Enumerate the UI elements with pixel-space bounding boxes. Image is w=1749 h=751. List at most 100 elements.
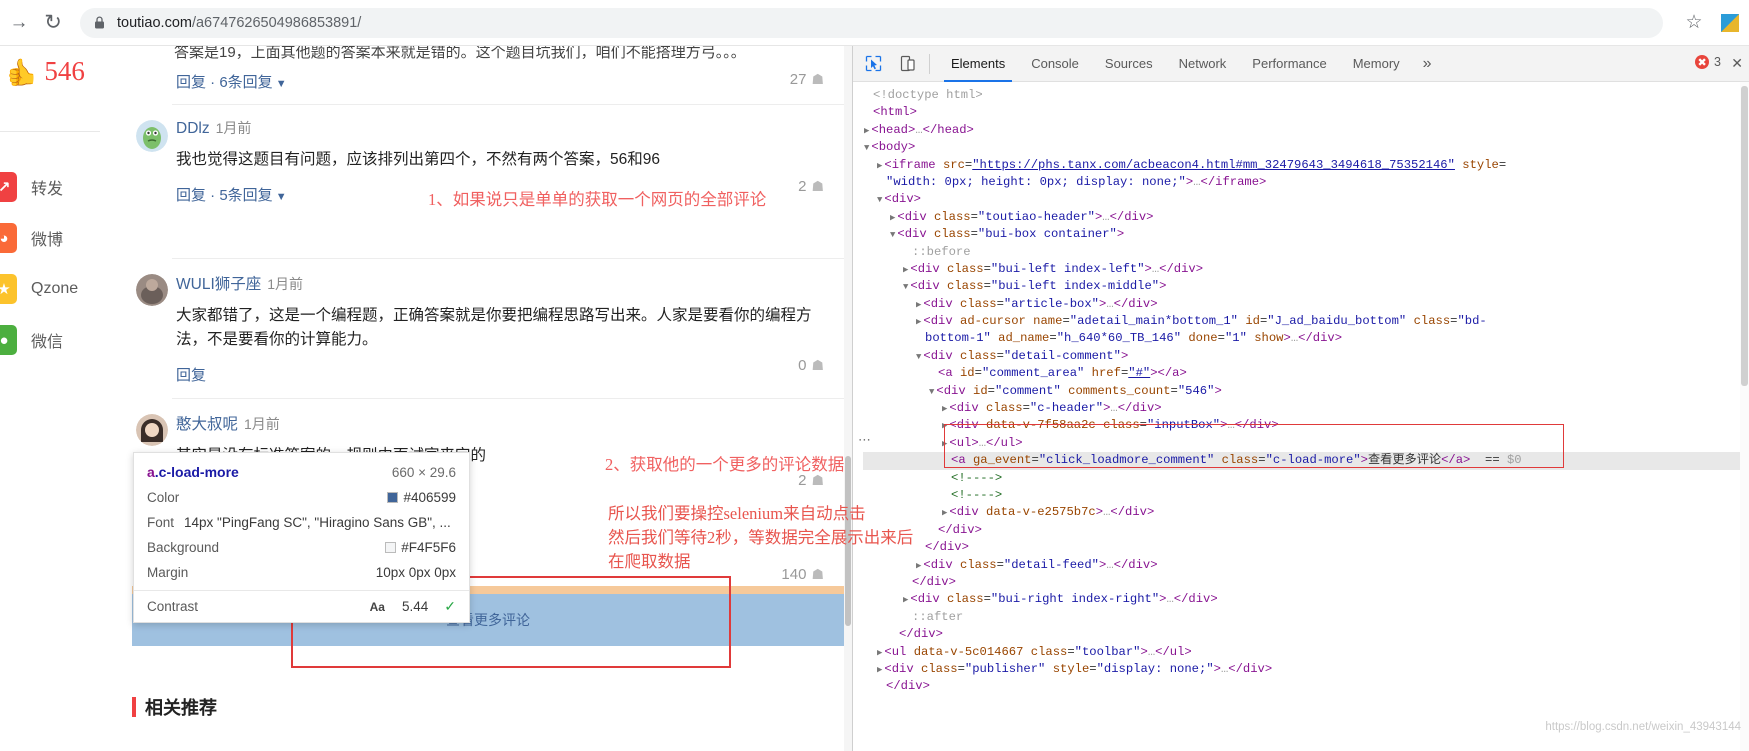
dom-node-line[interactable]: "width: 0px; height: 0px; display: none;…	[863, 174, 1749, 191]
dom-node-line[interactable]: <html>	[863, 104, 1749, 121]
qzone-icon: ★	[0, 274, 17, 304]
avatar[interactable]	[136, 274, 168, 306]
tooltip-color-row: Color #406599	[134, 485, 469, 510]
dom-node-line[interactable]: ▶ <ul data-v-5c014667 class="toolbar">…</…	[863, 644, 1749, 661]
comment-author[interactable]: 憨大叔呢	[176, 416, 238, 433]
share-item-qzone[interactable]: ★ Qzone	[0, 274, 78, 304]
dom-node-line[interactable]: </div>	[863, 678, 1749, 695]
thumbs-up-icon: ☗	[811, 178, 824, 194]
tooltip-row-key: Contrast	[147, 599, 199, 614]
tab-console[interactable]: Console	[1018, 46, 1092, 82]
tab-sources[interactable]: Sources	[1092, 46, 1166, 82]
thumbs-up-icon: ☗	[811, 357, 824, 373]
comment-time: 1月前	[215, 120, 252, 136]
dom-node-line[interactable]: ▶ <div data-v-e2575b7c>…</div>	[863, 504, 1749, 521]
extension-icon[interactable]	[1717, 10, 1743, 36]
tooltip-dimensions: 660 × 29.6	[391, 465, 456, 480]
dom-node-line[interactable]: </div>	[863, 626, 1749, 643]
dom-node-line[interactable]: <!---->	[863, 487, 1749, 504]
dom-node-line[interactable]: <!---->	[863, 470, 1749, 487]
tab-elements[interactable]: Elements	[938, 46, 1018, 82]
like-count-0[interactable]: 27 ☗	[790, 71, 824, 88]
tooltip-row-value: #406599	[403, 490, 456, 505]
bookmark-star-icon[interactable]: ☆	[1677, 6, 1711, 40]
dom-node-line[interactable]: ▶ <div class="article-box">…</div>	[863, 296, 1749, 313]
divider	[172, 258, 844, 259]
dom-node-line[interactable]: ▶ <div class="detail-feed">…</div>	[863, 557, 1749, 574]
reply-link[interactable]: 回复	[176, 364, 844, 385]
comment-time: 1月前	[267, 276, 304, 292]
devtools-scrollbar[interactable]	[1740, 82, 1749, 751]
device-toolbar-icon[interactable]	[893, 50, 921, 78]
element-inspect-tooltip: a.c-load-more 660 × 29.6 Color #406599 F…	[133, 452, 470, 623]
dom-node-line[interactable]: </div>	[863, 539, 1749, 556]
dom-node-line[interactable]: ▼ <body>	[863, 139, 1749, 156]
dom-node-line[interactable]: ▶ <ul>…</ul>	[863, 435, 1749, 452]
dom-node-line[interactable]: ▶ <div class="toutiao-header">…</div>	[863, 209, 1749, 226]
avatar[interactable]	[136, 414, 168, 446]
tooltip-tag-name: a	[147, 464, 155, 480]
dom-node-line[interactable]: ::before	[863, 244, 1749, 261]
dom-node-line[interactable]: <!doctype html>	[863, 87, 1749, 104]
tab-memory[interactable]: Memory	[1340, 46, 1413, 82]
dom-node-line[interactable]: </div>	[863, 574, 1749, 591]
dom-node-line[interactable]: ▶ <div data-v-7f58aa2c class="inputBox">……	[863, 417, 1749, 434]
dom-node-line[interactable]: ▶ <iframe src="https://phs.tanx.com/acbea…	[863, 157, 1749, 174]
scrollbar-thumb[interactable]	[1741, 86, 1748, 386]
dom-node-line[interactable]: ▶ <head>…</head>	[863, 122, 1749, 139]
share-item-label: 微博	[31, 232, 64, 249]
tab-performance[interactable]: Performance	[1239, 46, 1339, 82]
inspect-element-icon[interactable]	[859, 50, 887, 78]
forward-arrow-icon[interactable]: →	[2, 6, 36, 40]
comment-author[interactable]: DDlz	[176, 120, 210, 137]
close-icon[interactable]: ✕	[1731, 55, 1743, 72]
comment-author-row: WULI狮子座 1月前	[176, 272, 844, 294]
divider	[0, 131, 100, 132]
dom-node-line[interactable]: </div>	[863, 522, 1749, 539]
dom-node-line[interactable]: ▶ <div class="c-header">…</div>	[863, 400, 1749, 417]
devtools-tabs: Elements Console Sources Network Perform…	[938, 46, 1442, 82]
comment-like-count[interactable]: 2 ☗	[798, 178, 824, 195]
bottom-like-count[interactable]: 140 ☗	[781, 566, 824, 583]
chevron-down-icon: ▼	[275, 191, 287, 203]
dom-node-line[interactable]: ▶ <div ad-cursor name="adetail_main*botto…	[863, 313, 1749, 330]
tooltip-background-row: Background #F4F5F6	[134, 535, 469, 560]
error-count-badge[interactable]: ✖ 3	[1695, 55, 1721, 69]
reply-link-0[interactable]: 回复 · 6条回复 ▼	[176, 71, 287, 92]
wechat-icon: ●	[0, 325, 17, 355]
thumbs-up-icon: 👍	[6, 57, 39, 87]
page-scrollbar[interactable]	[844, 46, 852, 751]
like-counter[interactable]: 👍 546	[6, 57, 85, 87]
dom-node-line[interactable]: ▶ <div class="bui-left index-left">…</div…	[863, 261, 1749, 278]
dom-node-line[interactable]: ▼ <div id="comment" comments_count="546">	[863, 383, 1749, 400]
share-item-wechat[interactable]: ● 微信	[0, 325, 63, 355]
dom-node-line[interactable]: ▶ <div class="publisher" style="display: …	[863, 661, 1749, 678]
dom-node-line[interactable]: ▼ <div class="detail-comment">	[863, 348, 1749, 365]
color-swatch	[385, 542, 397, 553]
dom-node-line[interactable]: bottom-1" ad_name="h_640*60_TB_146" done…	[863, 330, 1749, 347]
share-item-weibo[interactable]: ◕ 微博	[0, 223, 63, 253]
dom-tree[interactable]: <!doctype html> <html> ▶ <head>…</head> ▼ <bo…	[853, 82, 1749, 751]
dom-node-line[interactable]: ▼ <div class="bui-left index-middle">	[863, 278, 1749, 295]
share-item-forward[interactable]: ↗ 转发	[0, 172, 63, 202]
chevron-double-right-icon[interactable]: »	[1413, 46, 1442, 82]
reload-icon[interactable]: ↻	[36, 6, 70, 40]
comment-like-count[interactable]: 0 ☗	[798, 357, 824, 374]
error-icon: ✖	[1695, 55, 1710, 69]
tooltip-row-key: Background	[147, 540, 220, 555]
dom-node-line[interactable]: ▼ <div class="bui-box container">	[863, 226, 1749, 243]
share-forward-icon: ↗	[0, 172, 17, 202]
dom-node-line[interactable]: <a id="comment_area" href="#"></a>	[863, 365, 1749, 382]
dom-node-line[interactable]: ▼ <div>	[863, 191, 1749, 208]
dom-node-line[interactable]: <a ga_event="click_loadmore_comment" cla…	[863, 452, 1749, 470]
tooltip-contrast-row: Contrast Aa 5.44 ✓	[134, 590, 469, 622]
tooltip-row-key: Margin	[147, 565, 189, 580]
tab-network[interactable]: Network	[1166, 46, 1240, 82]
avatar[interactable]	[136, 120, 168, 152]
dom-node-line[interactable]: ▶ <div class="bui-right index-right">…</d…	[863, 591, 1749, 608]
dom-node-line[interactable]: ::after	[863, 609, 1749, 626]
related-section-header: 相关推荐	[132, 694, 217, 720]
comment-author[interactable]: WULI狮子座	[176, 276, 261, 293]
ellipsis-icon: ⋯	[858, 432, 872, 447]
address-bar[interactable]: toutiao.com/a6747626504986853891/	[80, 7, 1663, 38]
